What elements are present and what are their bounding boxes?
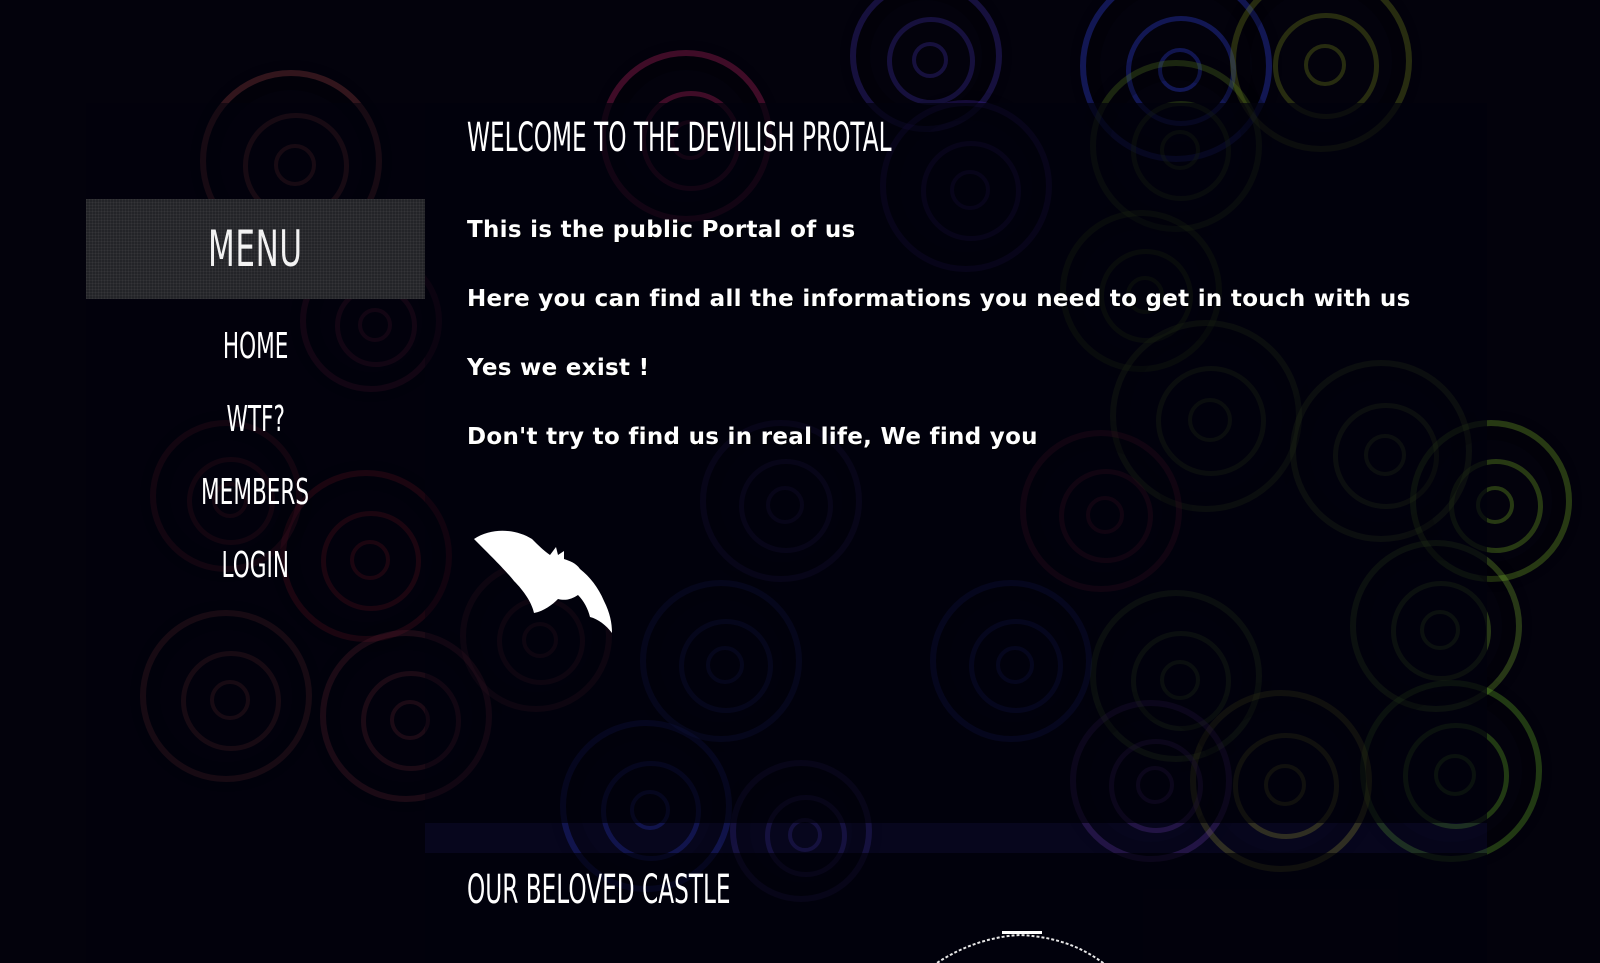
welcome-title: WELCOME TO THE DEVILISH PROTAL [467,115,892,161]
intro-paragraph-1: This is the public Portal of us [467,217,856,243]
page-root: MENU HOME WTF? MEMBERS LOGIN WELCOME TO … [0,0,1600,963]
castle-icon [935,931,1105,963]
main-content-panel [425,103,1487,823]
nav-item-login: LOGIN [86,529,425,602]
nav-link-wtf[interactable]: WTF? [226,399,284,440]
section-divider [425,823,1487,853]
nav-item-home: HOME [86,310,425,383]
intro-paragraph-3: Yes we exist ! [467,355,650,381]
intro-paragraph-4: Don't try to find us in real life, We fi… [467,424,1038,450]
menu-title: MENU [208,220,303,278]
nav-link-login[interactable]: LOGIN [222,545,290,586]
sidebar-nav: HOME WTF? MEMBERS LOGIN [86,310,425,602]
nav-item-wtf: WTF? [86,383,425,456]
menu-header: MENU [86,199,425,299]
intro-paragraph-2: Here you can find all the informations y… [467,286,1411,312]
bat-icon [474,530,612,633]
castle-title: OUR BELOVED CASTLE [467,867,731,913]
nav-link-home[interactable]: HOME [223,326,289,367]
nav-link-members[interactable]: MEMBERS [201,472,309,513]
nav-item-members: MEMBERS [86,456,425,529]
